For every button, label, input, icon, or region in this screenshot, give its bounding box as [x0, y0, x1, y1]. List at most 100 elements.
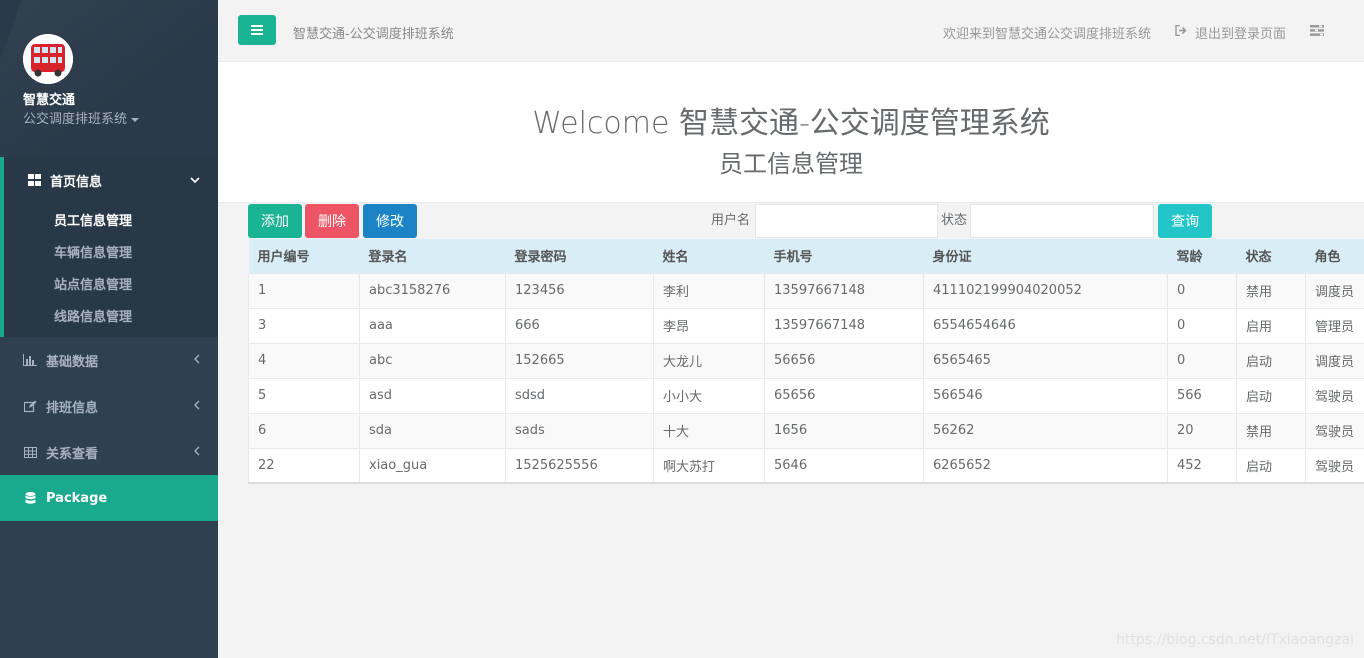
column-header: 角色 [1305, 239, 1364, 273]
column-header: 登录名 [359, 239, 506, 273]
table-cell: 56262 [923, 412, 1168, 448]
chevron-down-icon [190, 173, 200, 187]
table-cell: 0 [1167, 307, 1237, 343]
column-header: 登录密码 [505, 239, 654, 273]
table-cell: 5646 [764, 447, 924, 484]
sub-item-route[interactable]: 线路信息管理 [4, 299, 218, 331]
page-subtitle: 员工信息管理 [719, 150, 863, 178]
welcome-text: 欢迎来到智慧交通公交调度排班系统 [942, 27, 1151, 42]
nav-item-basic-data[interactable]: 基础数据 [0, 337, 218, 383]
profile-panel: 智慧交通 公交调度排班系统 [0, 0, 218, 157]
sub-item-employee[interactable]: 员工信息管理 [4, 203, 218, 235]
page-title: Welcome 智慧交通-公交调度管理系统 [532, 106, 1050, 141]
sub-menu-home: 员工信息管理 车辆信息管理 站点信息管理 线路信息管理 [4, 203, 218, 337]
table-cell: 0 [1167, 342, 1237, 378]
query-button[interactable]: 查询 [1158, 204, 1212, 238]
table-cell: 启动 [1236, 342, 1306, 378]
table-row[interactable]: 22 xiao_gua 1525625556 啊大苏打 5646 6265652 452 启动… [248, 447, 1364, 484]
table-cell: 566546 [923, 377, 1168, 413]
table-cell: sdsd [505, 377, 654, 413]
chevron-left-icon [194, 445, 200, 459]
nav-label-schedule: 排班信息 [46, 400, 99, 416]
table-cell: 禁用 [1236, 412, 1306, 448]
table-body: 1 abc3158276 123456 李利 13597667148 4111021999… [248, 272, 1364, 484]
logout-link[interactable]: 退出到登录页面 [1175, 23, 1286, 42]
column-header: 手机号 [764, 239, 924, 273]
top-right-area: 欢迎来到智慧交通公交调度排班系统 退出到登录页面 [943, 23, 1324, 42]
table-cell: 驾驶员 [1305, 447, 1364, 484]
employee-table: 用户编号 登录名 登录密码 姓名 手机号 身份证 驾龄 状态 角色 1 abc3158276 123… [248, 239, 1364, 484]
status-input[interactable] [970, 204, 1154, 238]
th-large-icon [26, 174, 42, 186]
table-cell: 驾驶员 [1305, 377, 1364, 413]
sub-item-station[interactable]: 站点信息管理 [4, 267, 218, 299]
table-cell: 启用 [1236, 307, 1306, 343]
chevron-left-icon [194, 399, 200, 413]
sidebar: 智慧交通 公交调度排班系统 首页信息 员工信息管理 车辆信息管理 站点信息管理 … [0, 0, 218, 658]
table-row[interactable]: 1 abc3158276 123456 李利 13597667148 4111021999… [248, 272, 1364, 308]
table-cell: 李昂 [653, 307, 765, 343]
table-cell: 411102199904020052 [923, 272, 1168, 308]
table-cell: 十大 [653, 412, 765, 448]
top-title: 智慧交通-公交调度排班系统 [293, 27, 454, 42]
table-cell: 123456 [505, 272, 654, 308]
table-cell: 13597667148 [764, 307, 924, 343]
table-cell: 3 [248, 307, 360, 343]
table-cell: 1 [248, 272, 360, 308]
username-input[interactable] [755, 204, 938, 238]
nav-item-relations[interactable]: 关系查看 [0, 429, 218, 475]
table-cell: 20 [1167, 412, 1237, 448]
sign-out-icon [1175, 24, 1187, 40]
tasks-icon[interactable] [1310, 25, 1324, 40]
table-cell: sda [359, 412, 506, 448]
table-cell: 56656 [764, 342, 924, 378]
column-header: 姓名 [653, 239, 765, 273]
menu-toggle-button[interactable] [238, 15, 276, 45]
bus-logo-avatar[interactable] [23, 34, 73, 84]
table-cell: 6565465 [923, 342, 1168, 378]
table-row[interactable]: 6 sda sads 十大 1656 56262 20 禁用 驾驶员 [248, 412, 1364, 448]
column-header: 用户编号 [248, 239, 360, 273]
brand-subtitle-dropdown[interactable]: 公交调度排班系统 [23, 108, 140, 127]
table-cell: 152665 [505, 342, 654, 378]
edit-button[interactable]: 修改 [363, 204, 417, 238]
table-cell: 管理员 [1305, 307, 1364, 343]
nav-item-package[interactable]: Package [0, 475, 218, 521]
nav-group-home: 首页信息 员工信息管理 车辆信息管理 站点信息管理 线路信息管理 [0, 157, 218, 337]
table-cell: abc3158276 [359, 272, 506, 308]
nav-label-basic-data: 基础数据 [46, 354, 99, 370]
table-cell: 调度员 [1305, 272, 1364, 308]
delete-button[interactable]: 删除 [305, 204, 359, 238]
table-cell: 22 [248, 447, 360, 484]
nav-item-schedule[interactable]: 排班信息 [0, 383, 218, 429]
add-button[interactable]: 添加 [248, 204, 302, 238]
table-cell: 6 [248, 412, 360, 448]
table-cell: abc [359, 342, 506, 378]
table-row[interactable]: 3 aaa 666 李昂 13597667148 6554654646 0 启用 管理员 [248, 307, 1364, 343]
caret-down-icon [131, 117, 140, 122]
table-row[interactable]: 5 asd sdsd 小小大 65656 566546 566 启动 驾驶员 [248, 377, 1364, 413]
logout-label: 退出到登录页面 [1194, 27, 1286, 42]
nav-item-home[interactable]: 首页信息 [4, 157, 218, 203]
table-cell: 65656 [764, 377, 924, 413]
table-cell: 13597667148 [764, 272, 924, 308]
nav-label-package: Package [46, 490, 108, 506]
table-cell: 0 [1167, 272, 1237, 308]
chevron-left-icon [194, 353, 200, 367]
watermark: https://blog.csdn.net/ITxiaoangzai [1116, 632, 1354, 648]
sub-item-vehicle[interactable]: 车辆信息管理 [4, 235, 218, 267]
brand-subtitle-label: 公交调度排班系统 [23, 112, 128, 127]
top-navbar: 智慧交通-公交调度排班系统 欢迎来到智慧交通公交调度排班系统 退出到登录页面 [218, 0, 1364, 62]
table-cell: 1656 [764, 412, 924, 448]
table-row[interactable]: 4 abc 152665 大龙儿 56656 6565465 0 启动 调度员 [248, 342, 1364, 378]
hamburger-icon [251, 25, 263, 35]
table-cell: 1525625556 [505, 447, 654, 484]
status-label: 状态 [941, 213, 968, 228]
page-header: Welcome 智慧交通-公交调度管理系统 员工信息管理 [218, 62, 1364, 203]
table-cell: 666 [505, 307, 654, 343]
table-cell: aaa [359, 307, 506, 343]
table-cell: 566 [1167, 377, 1237, 413]
column-header: 驾龄 [1167, 239, 1237, 273]
nav-label-home: 首页信息 [50, 174, 103, 190]
bar-chart-icon [22, 354, 38, 366]
